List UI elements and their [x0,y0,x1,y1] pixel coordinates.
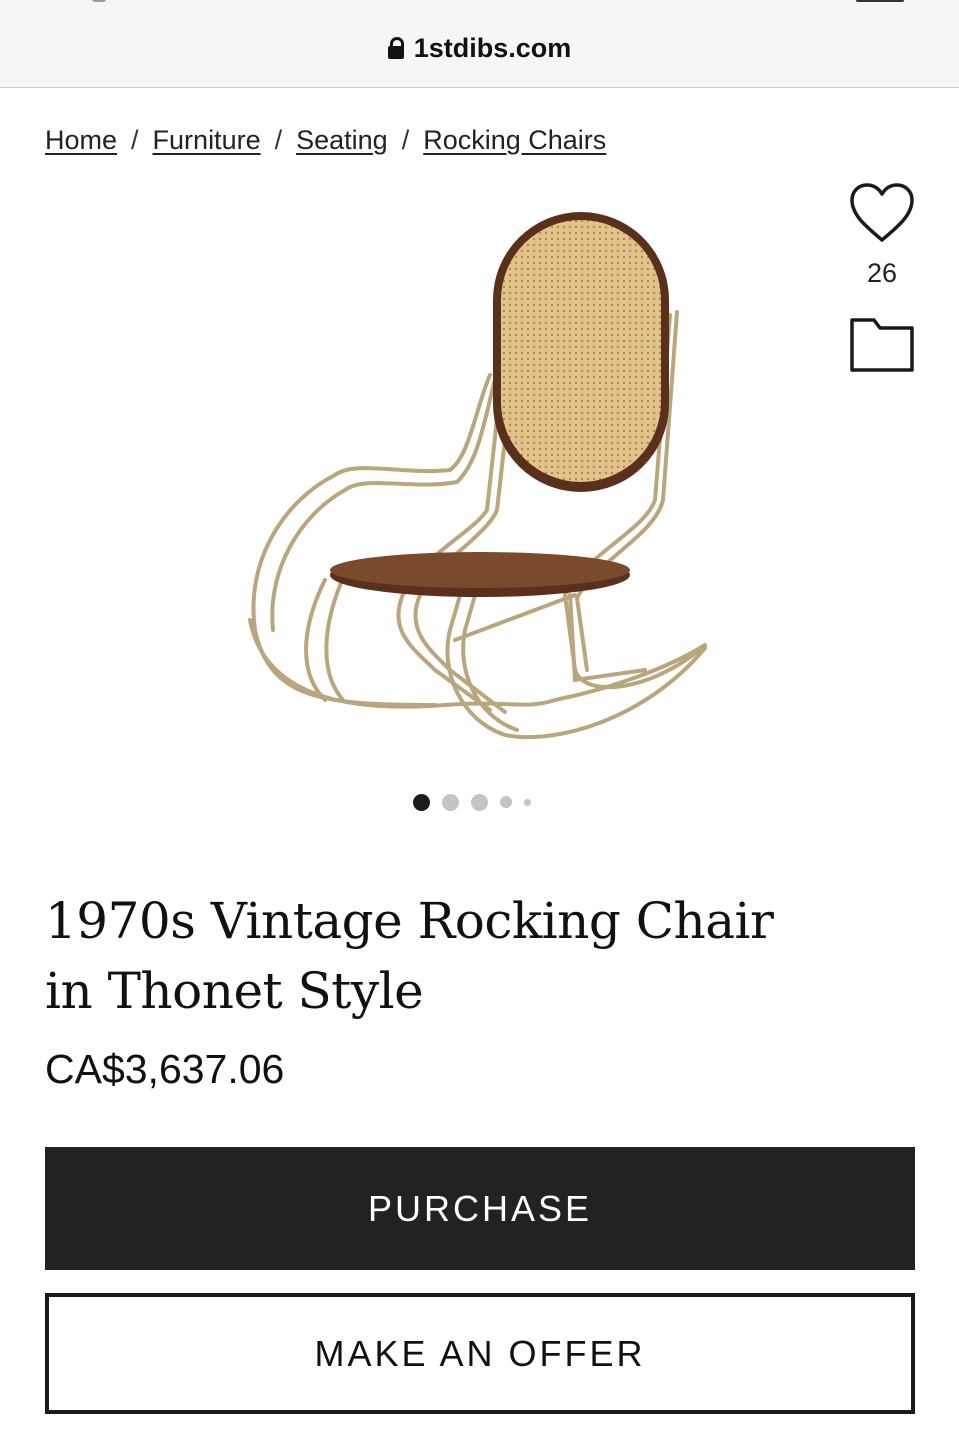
favorite-button[interactable] [846,182,918,249]
breadcrumb-home[interactable]: Home [45,125,117,155]
url-display[interactable]: 1stdibs.com [0,30,959,66]
rocking-chair-illustration [248,212,707,740]
folder-icon [850,318,914,372]
product-title: 1970s Vintage Rocking Chair in Thonet St… [45,891,774,1020]
breadcrumb-rocking-chairs[interactable]: Rocking Chairs [423,125,606,155]
browser-address-bar[interactable]: 1stdibs.com [0,0,959,88]
save-to-folder-button[interactable] [848,314,916,374]
carousel-indicator [413,792,543,812]
product-image[interactable] [225,200,725,760]
lock-icon [387,37,404,59]
breadcrumb-seating[interactable]: Seating [296,125,388,155]
breadcrumb-separator: / [401,125,410,155]
breadcrumb: Home / Furniture / Seating / Rocking Chairs [45,122,606,158]
carousel-dot[interactable] [524,798,531,806]
make-offer-button[interactable]: MAKE AN OFFER [45,1293,915,1414]
heart-icon [850,183,914,242]
status-bar-fragment [92,0,106,2]
carousel-dot[interactable] [442,793,459,811]
breadcrumb-furniture[interactable]: Furniture [153,125,261,155]
carousel-dot[interactable] [500,796,512,808]
carousel-dot[interactable] [471,793,488,811]
status-bar-fragment [856,0,904,2]
url-text: 1stdibs.com [413,33,572,63]
breadcrumb-separator: / [131,125,139,155]
purchase-button[interactable]: PURCHASE [45,1147,915,1270]
product-price: CA$3,637.06 [45,1046,285,1092]
breadcrumb-separator: / [274,125,283,155]
favorites-count: 26 [866,258,898,288]
carousel-dot-active[interactable] [413,793,430,811]
